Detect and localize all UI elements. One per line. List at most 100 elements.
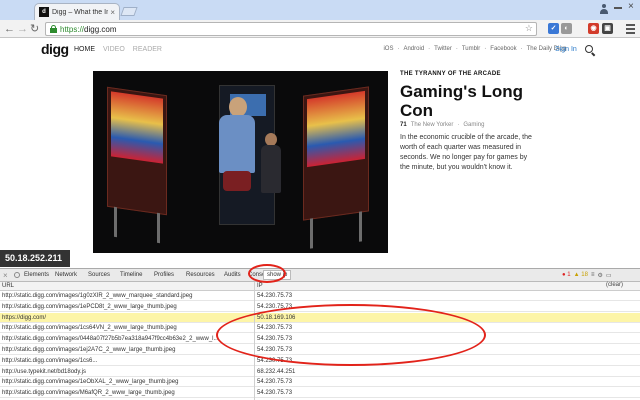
chrome-menu-icon[interactable] — [626, 24, 635, 36]
reload-icon[interactable]: ↻ — [30, 21, 39, 37]
browser-toolbar: ← → ↻ https://digg.com ☆ ✓ ◐ ◉ ▣ — [0, 20, 640, 38]
address-url: https://digg.com — [60, 24, 117, 34]
site-header: digg HOME VIDEO READER iOS · Android · T… — [0, 38, 640, 62]
window-close-icon[interactable]: × — [628, 1, 634, 12]
tab-profiles[interactable]: Profiles — [154, 272, 174, 278]
table-row[interactable]: http://static.digg.com/images/1ePCD8t_2_… — [0, 302, 640, 312]
row-ip: 54.230.75.73 — [257, 336, 293, 343]
user-profile-icon[interactable] — [600, 4, 608, 14]
ip-table-body: http://static.digg.com/images/1g0zXIR_2_… — [0, 291, 640, 400]
social-links: iOS · Android · Twitter · Tumblr · Faceb… — [383, 46, 566, 52]
digg-logo[interactable]: digg — [41, 41, 69, 57]
pocket-icon[interactable]: ◐ — [561, 23, 572, 34]
column-ip: IP — [257, 283, 263, 289]
tab-show-ip[interactable]: show ip — [263, 270, 292, 280]
tab-strip: d Digg – What the Internet… × × — [0, 0, 640, 20]
table-row[interactable]: http://static.digg.com/images/1ej2A7C_2_… — [0, 345, 640, 355]
minimize-icon[interactable] — [614, 7, 622, 9]
sign-in-link[interactable]: Sign In — [555, 46, 577, 53]
ip-overlay-badge: 50.18.252.211 — [0, 250, 70, 267]
devtools-tab-bar: × Elements Network Sources Timeline Prof… — [0, 268, 640, 282]
back-icon[interactable]: ← — [4, 21, 15, 37]
separator: · — [397, 46, 400, 52]
article-category[interactable]: Gaming — [463, 122, 484, 128]
link-ios[interactable]: iOS — [383, 46, 393, 52]
nav-reader[interactable]: READER — [133, 46, 162, 53]
row-ip: 54.230.75.73 — [257, 347, 293, 353]
row-url: http://static.digg.com/images/1ej2A7C_2_… — [2, 347, 176, 353]
new-tab-button[interactable] — [120, 7, 138, 16]
row-url: http://static.digg.com/images/1g0zXIR_2_… — [2, 293, 193, 299]
pinball-machine-right — [303, 86, 369, 249]
separator: · — [484, 46, 487, 52]
tab-elements[interactable]: Elements — [24, 272, 49, 278]
lock-icon — [50, 25, 57, 33]
clear-button[interactable]: (clear) — [606, 282, 623, 288]
row-url: http://static.digg.com/images/1ePCD8t_2_… — [2, 303, 177, 310]
devtools-status: ● 1 ▲ 18 ≡ ⚙ ▭ — [562, 272, 612, 279]
column-divider[interactable] — [254, 282, 255, 400]
inspect-element-icon[interactable] — [14, 272, 20, 278]
translate-icon[interactable]: ✓ — [548, 23, 559, 34]
search-icon[interactable] — [585, 45, 593, 53]
table-row[interactable]: http://static.digg.com/images/0448a07f27… — [0, 334, 640, 345]
tab-audits[interactable]: Audits — [224, 272, 241, 278]
warning-count[interactable]: ▲ 18 — [574, 272, 588, 279]
console-drawer-icon[interactable]: ≡ — [591, 272, 595, 279]
row-url: http://static.digg.com/images/1cs6... — [2, 357, 98, 364]
browser-window: d Digg – What the Internet… × × ← → ↻ ht… — [0, 0, 640, 400]
table-row[interactable]: http://static.digg.com/images/1eObXAL_2_… — [0, 377, 640, 388]
article-hero-image[interactable] — [93, 71, 388, 253]
table-row[interactable]: http://static.digg.com/images/1cs64VN_2_… — [0, 323, 640, 334]
article-summary: In the economic crucible of the arcade, … — [400, 134, 532, 171]
link-tumblr[interactable]: Tumblr — [462, 46, 480, 52]
browser-tab[interactable]: d Digg – What the Internet… × — [34, 3, 120, 20]
row-ip: 54.230.75.73 — [257, 390, 293, 397]
devtools-close-icon[interactable]: × — [3, 271, 8, 280]
tab-resources[interactable]: Resources — [186, 272, 215, 278]
separator: · — [520, 46, 523, 52]
address-bar[interactable]: https://digg.com ☆ — [45, 22, 537, 36]
tab-sources[interactable]: Sources — [88, 272, 110, 278]
red-extension-icon[interactable]: ◉ — [588, 23, 599, 34]
row-ip: 54.230.75.73 — [257, 325, 293, 332]
digg-count[interactable]: 71 — [400, 122, 407, 128]
child-body — [261, 145, 281, 193]
row-ip: 68.232.44.251 — [257, 368, 296, 375]
gear-icon[interactable]: ⚙ — [597, 272, 602, 279]
error-count[interactable]: ● 1 — [562, 272, 571, 279]
separator: · — [455, 46, 458, 52]
table-row[interactable]: http://static.digg.com/images/1cs6... 54.… — [0, 356, 640, 366]
link-facebook[interactable]: Facebook — [490, 46, 516, 52]
table-row[interactable]: http://static.digg.com/images/M6afQR_2_w… — [0, 388, 640, 399]
forward-icon[interactable]: → — [17, 21, 28, 37]
row-url: https://digg.com/ — [2, 314, 47, 321]
tab-title: Digg – What the Internet… — [52, 8, 109, 16]
row-ip: 54.230.75.73 — [257, 303, 293, 310]
nav-home[interactable]: HOME — [74, 46, 95, 53]
row-ip: 54.230.75.73 — [257, 293, 293, 299]
column-url: URL — [2, 283, 15, 289]
pinball-machine-left — [107, 86, 167, 244]
row-url: http://use.typekit.net/bd18ody.js — [2, 368, 86, 375]
link-twitter[interactable]: Twitter — [434, 46, 452, 52]
nav-video[interactable]: VIDEO — [103, 46, 125, 53]
tab-close-icon[interactable]: × — [110, 8, 115, 17]
row-url: http://static.digg.com/images/M6afQR_2_w… — [2, 390, 175, 397]
table-row[interactable]: http://static.digg.com/images/1g0zXIR_2_… — [0, 291, 640, 301]
dark-extension-icon[interactable]: ▣ — [602, 23, 613, 34]
player-head — [229, 97, 247, 117]
player-body — [219, 115, 255, 173]
table-row[interactable]: http://use.typekit.net/bd18ody.js 68.232.… — [0, 367, 640, 377]
bookmark-star-icon[interactable]: ☆ — [525, 23, 533, 34]
link-android[interactable]: Android — [403, 46, 424, 52]
row-ip: 54.230.75.73 — [257, 357, 293, 364]
article-headline[interactable]: Gaming's Long Con — [400, 82, 550, 120]
main-nav: HOME VIDEO READER — [74, 46, 162, 53]
table-row[interactable]: https://digg.com/50.18.169.106 — [0, 312, 640, 323]
digg-favicon-icon: d — [39, 7, 49, 17]
article-source[interactable]: The New Yorker — [411, 122, 454, 128]
tab-timeline[interactable]: Timeline — [120, 272, 142, 278]
dock-icon[interactable]: ▭ — [606, 272, 612, 279]
tab-network[interactable]: Network — [55, 272, 77, 278]
